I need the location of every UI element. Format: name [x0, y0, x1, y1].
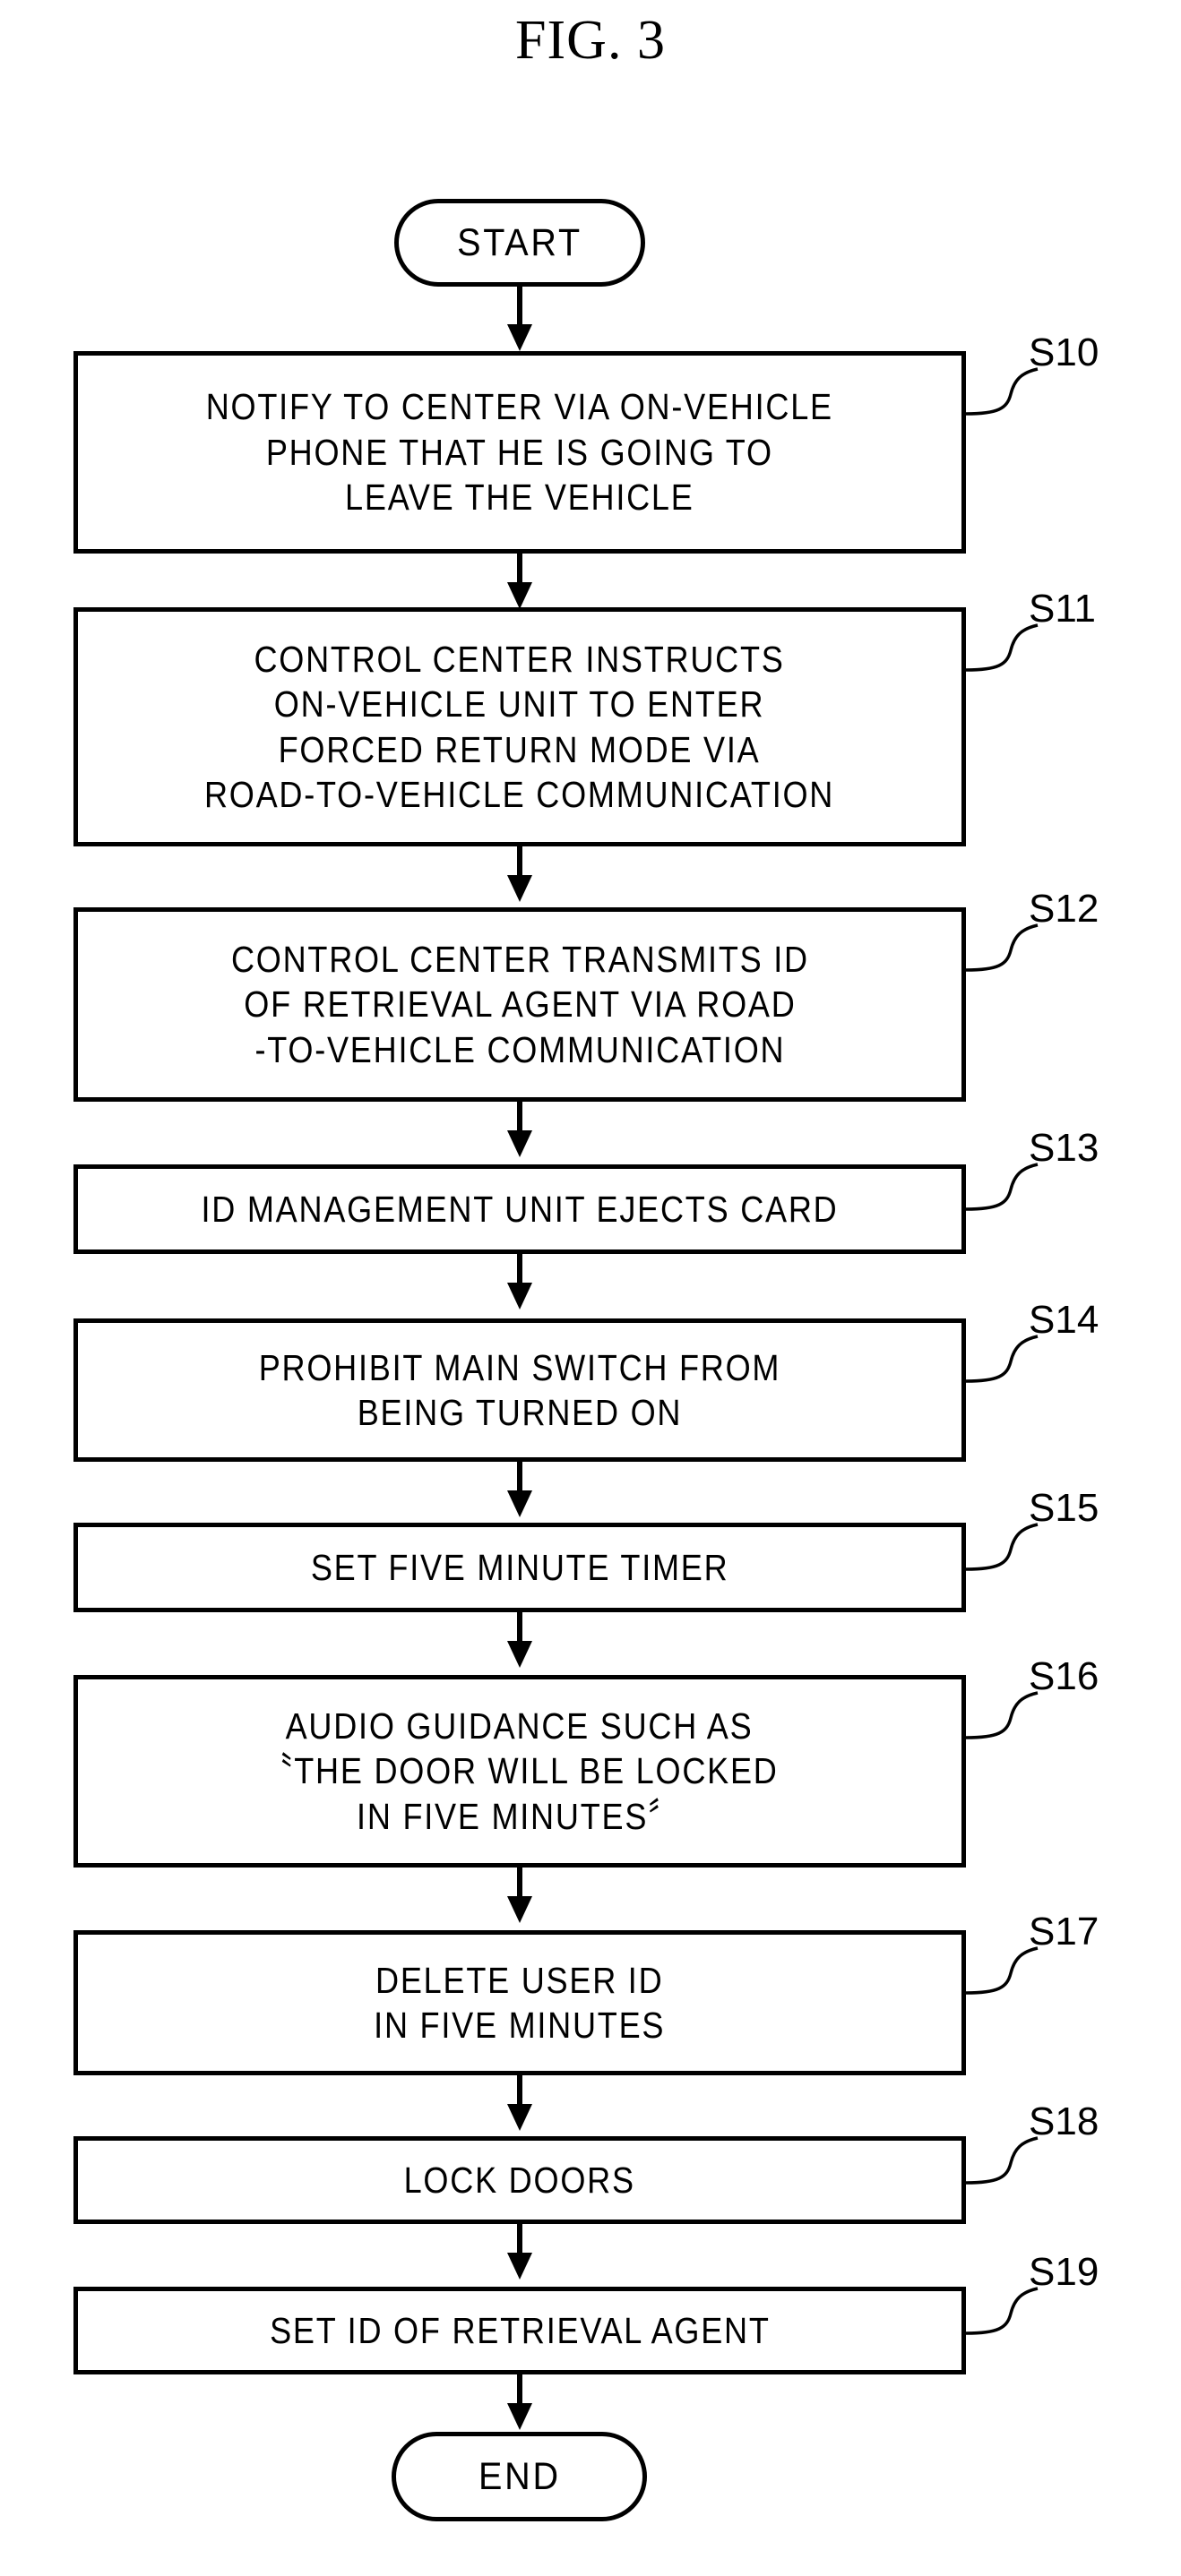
process-box-s10: NOTIFY TO CENTER VIA ON-VEHICLE PHONE TH…	[73, 351, 966, 554]
start-terminator-label: START	[457, 220, 582, 264]
step-label-s12: S12	[1029, 887, 1099, 931]
step-label-s11: S11	[1029, 587, 1097, 631]
process-text-s17: DELETE USER ID IN FIVE MINUTES	[374, 1959, 666, 2046]
arrowhead-s11-s12	[507, 875, 532, 902]
process-box-s13: ID MANAGEMENT UNIT EJECTS CARD	[73, 1164, 966, 1254]
process-text-s16: AUDIO GUIDANCE SUCH AS 〝THE DOOR WILL BE…	[260, 1704, 780, 1837]
process-box-s18: LOCK DOORS	[73, 2136, 966, 2224]
process-text-s13: ID MANAGEMENT UNIT EJECTS CARD	[201, 1188, 839, 1230]
process-box-s17: DELETE USER ID IN FIVE MINUTES	[73, 1930, 966, 2075]
arrowhead-s15-s16	[507, 1641, 532, 1668]
arrowhead-s10-s11	[507, 582, 532, 609]
process-text-s12: CONTROL CENTER TRANSMITS ID OF RETRIEVAL…	[230, 938, 809, 1070]
process-box-s15: SET FIVE MINUTE TIMER	[73, 1523, 966, 1612]
process-text-s14: PROHIBIT MAIN SWITCH FROM BEING TURNED O…	[258, 1346, 781, 1433]
process-text-s10: NOTIFY TO CENTER VIA ON-VEHICLE PHONE TH…	[205, 386, 834, 519]
process-box-s19: SET ID OF RETRIEVAL AGENT	[73, 2287, 966, 2374]
step-label-s16: S16	[1029, 1654, 1099, 1698]
start-terminator: START	[394, 199, 645, 287]
arrowhead-s16-s17	[507, 1896, 532, 1923]
arrowhead-s13-s14	[507, 1283, 532, 1309]
arrowhead-start-s10	[507, 324, 532, 351]
process-text-s19: SET ID OF RETRIEVAL AGENT	[269, 2309, 771, 2351]
process-text-s15: SET FIVE MINUTE TIMER	[310, 1546, 729, 1588]
end-terminator: END	[392, 2432, 647, 2521]
process-box-s12: CONTROL CENTER TRANSMITS ID OF RETRIEVAL…	[73, 907, 966, 1102]
arrowhead-s18-s19	[507, 2253, 532, 2280]
end-terminator-label: END	[478, 2454, 561, 2498]
process-box-s11: CONTROL CENTER INSTRUCTS ON-VEHICLE UNIT…	[73, 607, 966, 846]
arrowhead-s19-end	[507, 2403, 532, 2430]
arrowhead-s17-s18	[507, 2104, 532, 2131]
process-text-s11: CONTROL CENTER INSTRUCTS ON-VEHICLE UNIT…	[204, 638, 835, 815]
step-label-s13: S13	[1029, 1126, 1099, 1170]
process-text-s18: LOCK DOORS	[403, 2159, 636, 2201]
step-label-s14: S14	[1029, 1298, 1099, 1342]
process-box-s14: PROHIBIT MAIN SWITCH FROM BEING TURNED O…	[73, 1318, 966, 1462]
arrowhead-s14-s15	[507, 1490, 532, 1517]
process-box-s16: AUDIO GUIDANCE SUCH AS 〝THE DOOR WILL BE…	[73, 1675, 966, 1868]
figure-canvas: FIG. 3 START NOTIFY TO CENTER VIA ON-VEH…	[0, 0, 1181, 2576]
step-label-s10: S10	[1029, 331, 1099, 374]
step-label-s17: S17	[1029, 1910, 1099, 1953]
step-label-s19: S19	[1029, 2250, 1099, 2294]
step-label-s18: S18	[1029, 2099, 1099, 2143]
step-label-s15: S15	[1029, 1486, 1099, 1530]
figure-title: FIG. 3	[515, 10, 666, 71]
arrowhead-s12-s13	[507, 1130, 532, 1157]
